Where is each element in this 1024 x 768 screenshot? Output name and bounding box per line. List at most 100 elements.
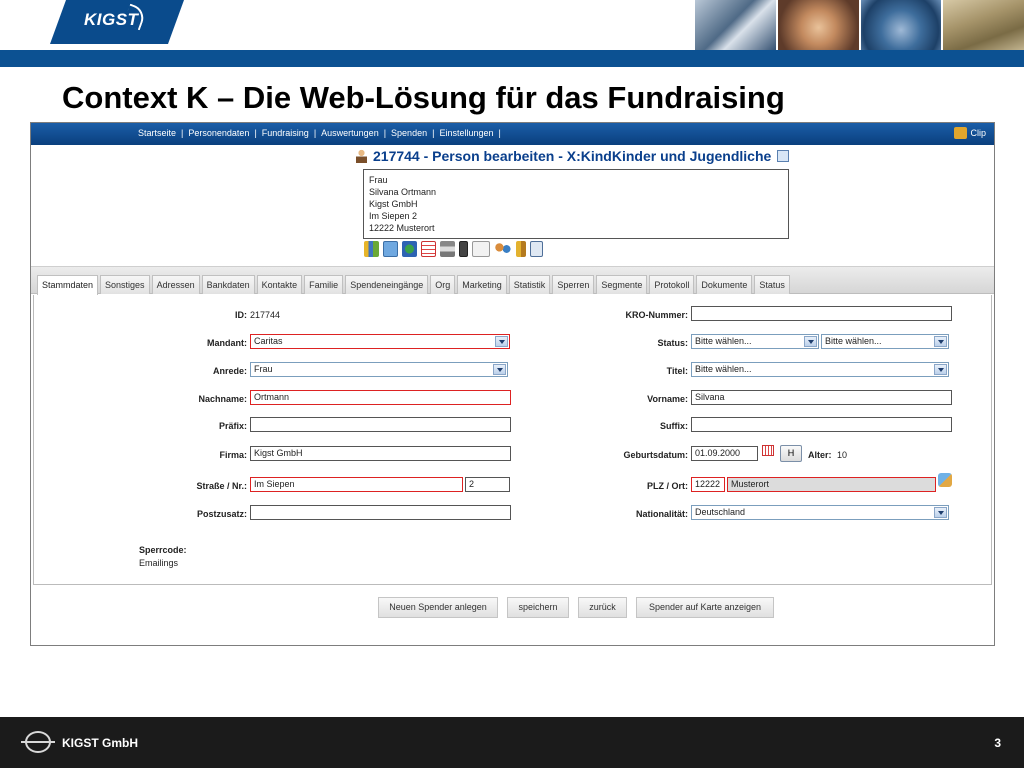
tab-stammdaten[interactable]: Stammdaten xyxy=(37,275,99,295)
back-button[interactable]: zurück xyxy=(578,597,627,618)
mandant-select-value: Caritas xyxy=(254,336,283,346)
show-map-button[interactable]: Spender auf Karte anzeigen xyxy=(636,597,774,618)
nav-item-auswertungen[interactable]: Auswertungen xyxy=(321,128,379,138)
nav-separator: | xyxy=(498,128,501,138)
action-toolbar xyxy=(364,241,543,257)
geburtsdatum-input[interactable]: 01.09.2000 xyxy=(691,446,758,461)
nav-item-fundraising[interactable]: Fundraising xyxy=(262,128,309,138)
kro-label: KRO-Nummer: xyxy=(625,310,688,320)
tab-adressen[interactable]: Adressen xyxy=(151,275,200,294)
clip-button[interactable]: Clip xyxy=(954,127,986,139)
chevron-down-icon xyxy=(495,336,508,347)
calendar-icon[interactable] xyxy=(421,241,436,257)
new-donor-button[interactable]: Neuen Spender anlegen xyxy=(378,597,498,618)
status-select-1[interactable]: Bitte wählen... xyxy=(691,334,819,349)
nav-separator: | xyxy=(313,128,317,138)
tab-sperren[interactable]: Sperren xyxy=(552,275,595,294)
slide: KIGST Context K – Die Web-Lösung für das… xyxy=(0,0,1024,768)
mandant-select[interactable]: Caritas xyxy=(250,334,510,349)
address-line: Kigst GmbH xyxy=(369,199,418,209)
clip-label: Clip xyxy=(970,128,986,138)
tab-status[interactable]: Status xyxy=(754,275,790,294)
phone-icon[interactable] xyxy=(459,241,468,257)
chart-icon[interactable] xyxy=(516,241,526,257)
postzusatz-label: Postzusatz: xyxy=(196,509,247,519)
status-label: Status: xyxy=(657,338,688,348)
titel-label: Titel: xyxy=(666,366,688,376)
firma-input[interactable]: Kigst GmbH xyxy=(250,446,511,461)
praefix-input[interactable] xyxy=(250,417,511,432)
header-photo-2 xyxy=(777,0,859,50)
nav-menu: Startseite | Personendaten | Fundraising | Aus… xyxy=(138,128,506,138)
calendar-icon[interactable] xyxy=(762,445,774,456)
strasse-label: Straße / Nr.: xyxy=(196,481,247,491)
nachname-label: Nachname: xyxy=(198,394,247,404)
tab-dokumente[interactable]: Dokumente xyxy=(696,275,753,294)
person-title-text: 217744 - Person bearbeiten - X:KindKinde… xyxy=(373,148,772,164)
h-button[interactable]: H xyxy=(780,445,802,462)
copy-icon[interactable] xyxy=(777,150,790,162)
ort-input[interactable]: Musterort xyxy=(727,477,936,492)
tab-protokoll[interactable]: Protokoll xyxy=(649,275,695,294)
status-select-1-value: Bitte wählen... xyxy=(695,336,752,346)
letter-icon[interactable] xyxy=(472,241,490,257)
nav-separator: | xyxy=(254,128,257,138)
tab-spendeneingaenge[interactable]: Spendeneingänge xyxy=(345,275,429,294)
tab-bankdaten[interactable]: Bankdaten xyxy=(201,275,255,294)
hausnummer-input[interactable]: 2 xyxy=(465,477,510,492)
plz-input[interactable]: 12222 xyxy=(691,477,725,492)
chevron-down-icon xyxy=(934,336,947,347)
id-label: ID: xyxy=(235,310,247,320)
print-icon[interactable] xyxy=(440,241,455,257)
footer-bar: KIGST GmbH 3 xyxy=(0,717,1024,768)
nachname-input[interactable]: Ortmann xyxy=(250,390,511,405)
nav-item-startseite[interactable]: Startseite xyxy=(138,128,176,138)
tab-familie[interactable]: Familie xyxy=(304,275,344,294)
status-select-2-value: Bitte wählen... xyxy=(825,336,882,346)
tab-kontakte[interactable]: Kontakte xyxy=(256,275,303,294)
statistics-icon[interactable] xyxy=(364,241,379,257)
suffix-label: Suffix: xyxy=(660,421,688,431)
chevron-down-icon xyxy=(493,364,506,375)
network-icon[interactable] xyxy=(402,241,417,257)
anrede-label: Anrede: xyxy=(212,366,247,376)
tab-segmente[interactable]: Segmente xyxy=(596,275,648,294)
anrede-select[interactable]: Frau xyxy=(250,362,508,377)
save-button[interactable]: speichern xyxy=(507,597,569,618)
edit-location-icon[interactable] xyxy=(938,473,952,487)
vorname-input[interactable]: Silvana xyxy=(691,390,952,405)
document-icon[interactable] xyxy=(530,241,543,257)
nav-item-einstellungen[interactable]: Einstellungen xyxy=(439,128,493,138)
sperrcode-label: Sperrcode: xyxy=(139,545,187,555)
suffix-input[interactable] xyxy=(691,417,952,432)
tab-sonstiges[interactable]: Sonstiges xyxy=(100,275,150,294)
geburtsdatum-label: Geburtsdatum: xyxy=(623,450,688,460)
tab-org[interactable]: Org xyxy=(430,275,456,294)
strasse-input[interactable]: Im Siepen xyxy=(250,477,463,492)
nationalitaet-select[interactable]: Deutschland xyxy=(691,505,949,520)
plz-ort-label: PLZ / Ort: xyxy=(647,481,688,491)
clip-icon xyxy=(954,127,968,139)
status-select-2[interactable]: Bitte wählen... xyxy=(821,334,949,349)
nav-item-personendaten[interactable]: Personendaten xyxy=(188,128,249,138)
titel-select[interactable]: Bitte wählen... xyxy=(691,362,949,377)
firma-label: Firma: xyxy=(219,450,247,460)
person-title: 217744 - Person bearbeiten - X:KindKinde… xyxy=(356,148,790,164)
tab-marketing[interactable]: Marketing xyxy=(457,275,507,294)
tab-statistik[interactable]: Statistik xyxy=(508,275,551,294)
nav-item-spenden[interactable]: Spenden xyxy=(391,128,427,138)
email-icon[interactable] xyxy=(383,241,398,257)
app-nav-bar: Startseite | Personendaten | Fundraising | Aus… xyxy=(31,123,994,145)
postzusatz-input[interactable] xyxy=(250,505,511,520)
nav-separator: | xyxy=(181,128,184,138)
header-photo-1 xyxy=(695,0,776,50)
kro-input[interactable] xyxy=(691,306,952,321)
praefix-label: Präfix: xyxy=(218,421,247,431)
id-value: 217744 xyxy=(250,310,281,320)
address-line: Silvana Ortmann xyxy=(369,187,437,197)
titel-select-value: Bitte wählen... xyxy=(695,364,752,374)
stammdaten-form: ID: 217744 Mandant: Caritas Anrede: Frau… xyxy=(33,295,992,585)
tab-strip: Stammdaten Sonstiges Adressen Bankdaten … xyxy=(31,266,994,295)
chevron-down-icon xyxy=(934,364,947,375)
group-icon[interactable] xyxy=(494,241,512,257)
